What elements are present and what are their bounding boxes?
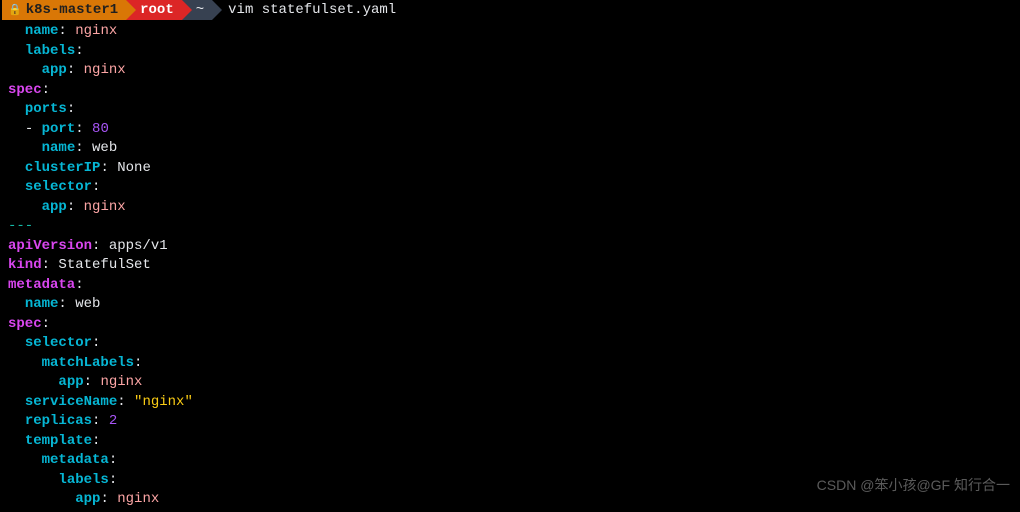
yaml-line: - port: 80 — [8, 120, 1012, 140]
yaml-line: matchLabels: — [8, 354, 1012, 374]
yaml-line: metadata: — [8, 276, 1012, 296]
yaml-line: app: nginx — [8, 373, 1012, 393]
yaml-line: name: web — [8, 295, 1012, 315]
yaml-line: replicas: 2 — [8, 412, 1012, 432]
shell-prompt[interactable]: 🔒 k8s-master1 root ~ vim statefulset.yam… — [0, 0, 1020, 20]
yaml-line: ports: — [8, 100, 1012, 120]
yaml-line: clusterIP: None — [8, 159, 1012, 179]
prompt-user: root — [140, 2, 174, 18]
shell-command: vim statefulset.yaml — [212, 2, 396, 18]
yaml-line: labels: — [8, 42, 1012, 62]
yaml-line: name: web — [8, 139, 1012, 159]
yaml-line: selector: — [8, 178, 1012, 198]
yaml-doc-separator: --- — [8, 217, 1012, 237]
yaml-line: selector: — [8, 334, 1012, 354]
yaml-line: spec: — [8, 315, 1012, 335]
lock-icon: 🔒 — [8, 3, 22, 17]
yaml-line: spec: — [8, 81, 1012, 101]
yaml-line: metadata: — [8, 451, 1012, 471]
yaml-line: serviceName: "nginx" — [8, 393, 1012, 413]
prompt-cwd: ~ — [196, 2, 204, 18]
yaml-line: name: nginx — [8, 22, 1012, 42]
yaml-line: app: nginx — [8, 198, 1012, 218]
prompt-host-segment: 🔒 k8s-master1 — [2, 0, 126, 20]
yaml-line: apiVersion: apps/v1 — [8, 237, 1012, 257]
prompt-hostname: k8s-master1 — [26, 2, 118, 18]
vim-editor[interactable]: name: nginx labels: app: nginx spec: por… — [0, 20, 1020, 512]
watermark: CSDN @笨小孩@GF 知行合一 — [817, 475, 1010, 495]
yaml-line: app: nginx — [8, 61, 1012, 81]
yaml-line: kind: StatefulSet — [8, 256, 1012, 276]
yaml-line: template: — [8, 432, 1012, 452]
